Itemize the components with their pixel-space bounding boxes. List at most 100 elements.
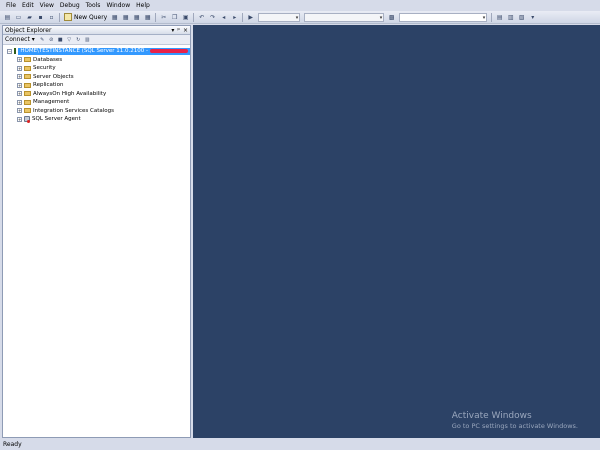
cut-icon[interactable]: ✂ [159,13,168,22]
redo-icon[interactable]: ↷ [208,13,217,22]
tree-item-label: Management [33,99,70,106]
menu-help[interactable]: Help [133,0,153,11]
menu-view[interactable]: View [37,0,57,11]
find-combo[interactable]: ▾ [399,12,488,22]
close-icon[interactable]: × [183,26,188,35]
analysis-query-icon[interactable]: ▦ [121,13,130,22]
status-bar: Ready [0,440,600,450]
window-position-icon[interactable]: ▾ [171,26,174,35]
tree-item-label: AlwaysOn High Availability [33,90,107,97]
connect-icon[interactable]: ✎ [39,36,46,43]
expand-icon[interactable]: + [17,57,22,63]
server-icon [14,48,17,55]
server-name: HOME\TESTINSTANCE (SQL Server 11.0.2100 … [20,47,148,54]
stop-icon[interactable]: ■ [57,36,64,43]
folder-icon [24,74,31,80]
chevron-down-icon: ▾ [379,14,383,21]
folder-icon [24,57,31,63]
start-debug-icon[interactable]: ▶ [246,13,255,22]
navigate-forward-icon[interactable]: ▸ [230,13,239,22]
toolbar-separator [59,12,60,22]
toolbar-separator [155,12,157,22]
summary-icon[interactable]: ▥ [84,36,91,43]
tree-item-integration-services[interactable]: + Integration Services Catalogs [3,107,190,116]
tree-item-replication[interactable]: + Replication [3,81,190,90]
new-query-button[interactable]: New Query [62,12,109,22]
expand-icon[interactable]: + [17,99,22,105]
tree-item-label: Security [33,65,56,72]
database-engine-query-icon[interactable]: ▦ [110,13,119,22]
menu-edit[interactable]: Edit [19,0,37,11]
pin-icon[interactable]: ᵖ [177,26,180,35]
status-text: Ready [3,441,22,448]
chevron-down-icon: ▾ [482,14,486,21]
chevron-down-icon: ▾ [295,14,299,21]
dmx-query-icon[interactable]: ▦ [132,13,141,22]
tree-item-label: Replication [33,82,64,89]
collapse-icon[interactable]: − [7,48,12,54]
refresh-icon[interactable]: ↻ [75,36,82,43]
solution-config-dropdown[interactable]: ▾ [258,12,301,22]
filter-icon[interactable]: ▽ [66,36,73,43]
navigate-back-icon[interactable]: ◂ [219,13,228,22]
menu-file[interactable]: File [3,0,19,11]
menu-window[interactable]: Window [103,0,133,11]
paste-icon[interactable]: ▣ [181,13,190,22]
menu-tools[interactable]: Tools [83,0,104,11]
toolbox-icon[interactable]: ▧ [517,13,526,22]
disconnect-icon[interactable]: ⊘ [48,36,55,43]
expand-icon[interactable]: + [17,82,22,88]
object-tree: − HOME\TESTINSTANCE (SQL Server 11.0.210… [3,45,190,124]
xmla-query-icon[interactable]: ▦ [143,13,152,22]
tree-item-databases[interactable]: + Databases [3,56,190,65]
object-explorer-toolbar: Connect ▾ ✎ ⊘ ■ ▽ ↻ ▥ [3,35,190,45]
folder-icon [24,91,31,97]
toolbar-options-icon[interactable]: ▾ [528,13,537,22]
new-project-icon[interactable]: ▤ [3,13,12,22]
toolbar-separator [491,12,493,22]
connect-button[interactable]: Connect ▾ [5,36,35,43]
expand-icon[interactable]: + [17,74,22,80]
new-query-icon [64,13,72,21]
solution-platform-dropdown[interactable]: ▾ [304,12,385,22]
folder-icon [24,99,31,105]
tree-item-security[interactable]: + Security [3,64,190,73]
tree-item-label: Server Objects [33,73,74,80]
open-file-icon[interactable]: ▰ [25,13,34,22]
solution-explorer-icon[interactable]: ▤ [495,13,504,22]
expand-icon[interactable]: + [17,116,22,122]
title-actions: ▾ ᵖ × [171,26,188,35]
tree-server-node[interactable]: − HOME\TESTINSTANCE (SQL Server 11.0.210… [3,47,190,56]
watermark-subtitle: Go to PC settings to activate Windows. [451,422,578,430]
watermark-title: Activate Windows [451,411,532,421]
activation-watermark: Activate Windows Go to PC settings to ac… [452,411,578,430]
server-node-label[interactable]: HOME\TESTINSTANCE (SQL Server 11.0.2100 … [18,47,190,55]
object-explorer-titlebar: Object Explorer ▾ ᵖ × [3,26,190,35]
expand-icon[interactable]: + [17,108,22,114]
undo-icon[interactable]: ↶ [197,13,206,22]
find-in-files-icon[interactable]: ▩ [387,13,396,22]
tree-item-server-objects[interactable]: + Server Objects [3,73,190,82]
copy-icon[interactable]: ❐ [170,13,179,22]
expand-icon[interactable]: + [17,91,22,97]
folder-icon [24,82,31,88]
expand-icon[interactable]: + [17,65,22,71]
menu-debug[interactable]: Debug [57,0,83,11]
folder-icon [24,65,31,71]
save-all-icon[interactable]: ▫ [47,13,56,22]
save-icon[interactable]: ▪ [36,13,45,22]
add-item-icon[interactable]: ▭ [14,13,23,22]
new-query-label: New Query [74,13,108,21]
folder-icon [24,108,31,114]
menu-bar: File Edit View Debug Tools Window Help [0,0,600,11]
redacted-mark [150,49,188,54]
properties-icon[interactable]: ▥ [506,13,515,22]
tree-item-label: SQL Server Agent [32,116,81,123]
tree-item-management[interactable]: + Management [3,98,190,107]
tree-item-label: Databases [33,56,63,63]
main-toolbar: ▤ ▭ ▰ ▪ ▫ New Query ▦ ▦ ▦ ▦ ✂ ❐ ▣ ↶ ↷ ◂ … [0,11,600,24]
object-explorer-panel: Object Explorer ▾ ᵖ × Connect ▾ ✎ ⊘ ■ ▽ … [2,25,191,438]
tree-item-alwayson[interactable]: + AlwaysOn High Availability [3,90,190,99]
tree-item-sql-server-agent[interactable]: + SQL Server Agent [3,115,190,124]
toolbar-separator [193,12,195,22]
